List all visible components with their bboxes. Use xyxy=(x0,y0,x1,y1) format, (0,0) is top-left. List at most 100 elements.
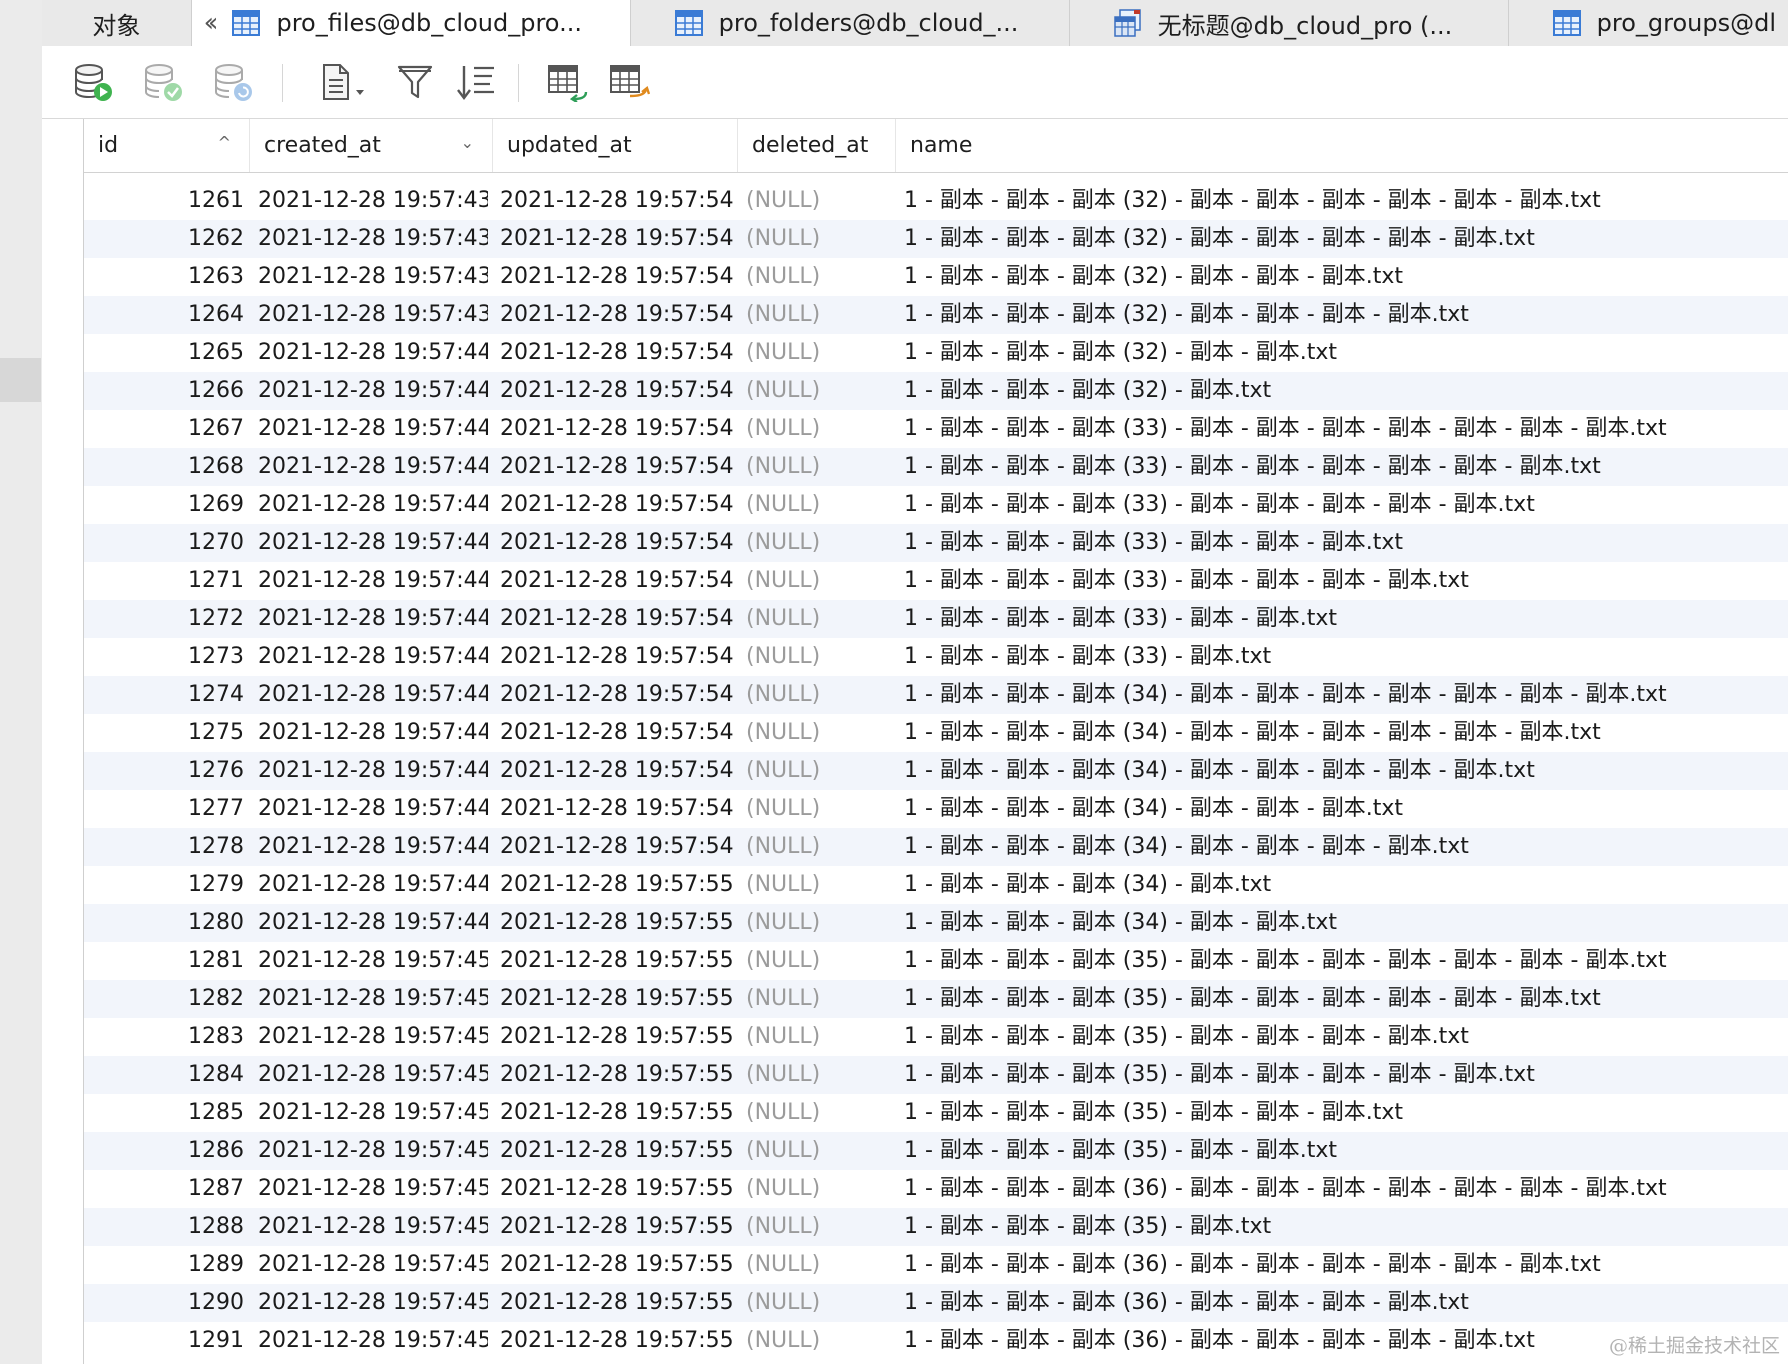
cell-created-at[interactable]: 2021-12-28 19:57:44 xyxy=(258,828,488,866)
cell-created-at[interactable]: 2021-12-28 19:57:45 xyxy=(258,1322,488,1360)
cell-deleted-at[interactable]: (NULL) xyxy=(746,1284,896,1322)
cell-name[interactable]: 1 - 副本 - 副本 - 副本 (33) - 副本 - 副本 - 副本 - 副… xyxy=(904,562,1784,600)
cell-name[interactable]: 1 - 副本 - 副本 - 副本 (32) - 副本 - 副本 - 副本 - 副… xyxy=(904,182,1784,220)
cell-deleted-at[interactable]: (NULL) xyxy=(746,790,896,828)
cell-name[interactable]: 1 - 副本 - 副本 - 副本 (36) - 副本 - 副本 - 副本 - 副… xyxy=(904,1284,1784,1322)
cell-created-at[interactable]: 2021-12-28 19:57:44 xyxy=(258,410,488,448)
cell-name[interactable]: 1 - 副本 - 副本 - 副本 (32) - 副本 - 副本 - 副本.txt xyxy=(904,258,1784,296)
cell-deleted-at[interactable]: (NULL) xyxy=(746,1056,896,1094)
cell-name[interactable]: 1 - 副本 - 副本 - 副本 (35) - 副本 - 副本 - 副本 - 副… xyxy=(904,1056,1784,1094)
cell-id[interactable]: 1272 xyxy=(84,600,244,638)
cell-id[interactable]: 1283 xyxy=(84,1018,244,1056)
table-row[interactable]: 1277 2021-12-28 19:57:44 2021-12-28 19:57:… xyxy=(84,790,1788,828)
table-row[interactable]: 1270 2021-12-28 19:57:44 2021-12-28 19:57:… xyxy=(84,524,1788,562)
cell-updated-at[interactable]: 2021-12-28 19:57:55 xyxy=(500,1322,736,1360)
cell-deleted-at[interactable]: (NULL) xyxy=(746,1208,896,1246)
table-row[interactable]: 1275 2021-12-28 19:57:44 2021-12-28 19:57:… xyxy=(84,714,1788,752)
table-row[interactable]: 1268 2021-12-28 19:57:44 2021-12-28 19:57:… xyxy=(84,448,1788,486)
cell-deleted-at[interactable]: (NULL) xyxy=(746,600,896,638)
cell-created-at[interactable]: 2021-12-28 19:57:45 xyxy=(258,1056,488,1094)
cell-name[interactable]: 1 - 副本 - 副本 - 副本 (36) - 副本 - 副本 - 副本 - 副… xyxy=(904,1246,1784,1284)
column-header-id[interactable]: id ^ xyxy=(84,119,250,172)
cell-id[interactable]: 1278 xyxy=(84,828,244,866)
table-row[interactable]: 1290 2021-12-28 19:57:45 2021-12-28 19:57:… xyxy=(84,1284,1788,1322)
table-row[interactable]: 1284 2021-12-28 19:57:45 2021-12-28 19:57:… xyxy=(84,1056,1788,1094)
cell-name[interactable]: 1 - 副本 - 副本 - 副本 (34) - 副本 - 副本 - 副本 - 副… xyxy=(904,714,1784,752)
cell-deleted-at[interactable]: (NULL) xyxy=(746,524,896,562)
cell-deleted-at[interactable]: (NULL) xyxy=(746,980,896,1018)
tab-objects[interactable]: 对象 xyxy=(42,0,192,46)
table-row[interactable]: 1289 2021-12-28 19:57:45 2021-12-28 19:57:… xyxy=(84,1246,1788,1284)
cell-updated-at[interactable]: 2021-12-28 19:57:55 xyxy=(500,1132,736,1170)
cell-updated-at[interactable]: 2021-12-28 19:57:55 xyxy=(500,904,736,942)
cell-name[interactable]: 1 - 副本 - 副本 - 副本 (33) - 副本 - 副本 - 副本 - 副… xyxy=(904,410,1784,448)
cell-name[interactable]: 1 - 副本 - 副本 - 副本 (34) - 副本 - 副本 - 副本 - 副… xyxy=(904,828,1784,866)
cell-id[interactable]: 1265 xyxy=(84,334,244,372)
cell-created-at[interactable]: 2021-12-28 19:57:44 xyxy=(258,904,488,942)
tab-pro-folders[interactable]: pro_folders@db_cloud_... xyxy=(631,0,1070,46)
cell-deleted-at[interactable]: (NULL) xyxy=(746,372,896,410)
cell-created-at[interactable]: 2021-12-28 19:57:44 xyxy=(258,334,488,372)
cell-updated-at[interactable]: 2021-12-28 19:57:54 xyxy=(500,600,736,638)
tab-pro-groups[interactable]: pro_groups@dl xyxy=(1509,0,1788,46)
table-row[interactable]: 1267 2021-12-28 19:57:44 2021-12-28 19:57:… xyxy=(84,410,1788,448)
cell-created-at[interactable]: 2021-12-28 19:57:45 xyxy=(258,942,488,980)
cell-created-at[interactable]: 2021-12-28 19:57:44 xyxy=(258,486,488,524)
cell-name[interactable]: 1 - 副本 - 副本 - 副本 (34) - 副本.txt xyxy=(904,866,1784,904)
cell-updated-at[interactable]: 2021-12-28 19:57:55 xyxy=(500,1094,736,1132)
table-row[interactable]: 1283 2021-12-28 19:57:45 2021-12-28 19:57:… xyxy=(84,1018,1788,1056)
cell-deleted-at[interactable]: (NULL) xyxy=(746,1132,896,1170)
cell-id[interactable]: 1261 xyxy=(84,182,244,220)
table-row[interactable]: 1291 2021-12-28 19:57:45 2021-12-28 19:57:… xyxy=(84,1322,1788,1360)
cell-id[interactable]: 1280 xyxy=(84,904,244,942)
cell-id[interactable]: 1276 xyxy=(84,752,244,790)
sort-ascending-icon[interactable]: ^ xyxy=(218,133,231,152)
column-header-deleted-at[interactable]: deleted_at xyxy=(738,119,896,172)
table-row[interactable]: 1264 2021-12-28 19:57:43 2021-12-28 19:57:… xyxy=(84,296,1788,334)
cell-updated-at[interactable]: 2021-12-28 19:57:54 xyxy=(500,410,736,448)
cell-name[interactable]: 1 - 副本 - 副本 - 副本 (34) - 副本 - 副本.txt xyxy=(904,904,1784,942)
cell-deleted-at[interactable]: (NULL) xyxy=(746,904,896,942)
cell-updated-at[interactable]: 2021-12-28 19:57:55 xyxy=(500,980,736,1018)
table-row[interactable]: 1282 2021-12-28 19:57:45 2021-12-28 19:57:… xyxy=(84,980,1788,1018)
cell-deleted-at[interactable]: (NULL) xyxy=(746,638,896,676)
table-row[interactable]: 1280 2021-12-28 19:57:44 2021-12-28 19:57:… xyxy=(84,904,1788,942)
table-row[interactable]: 1263 2021-12-28 19:57:43 2021-12-28 19:57:… xyxy=(84,258,1788,296)
cell-updated-at[interactable]: 2021-12-28 19:57:54 xyxy=(500,524,736,562)
table-row[interactable]: 1281 2021-12-28 19:57:45 2021-12-28 19:57:… xyxy=(84,942,1788,980)
export-table-icon[interactable] xyxy=(608,62,650,102)
cell-name[interactable]: 1 - 副本 - 副本 - 副本 (33) - 副本 - 副本.txt xyxy=(904,600,1784,638)
cell-deleted-at[interactable]: (NULL) xyxy=(746,866,896,904)
cell-updated-at[interactable]: 2021-12-28 19:57:54 xyxy=(500,562,736,600)
cell-name[interactable]: 1 - 副本 - 副本 - 副本 (36) - 副本 - 副本 - 副本 - 副… xyxy=(904,1170,1784,1208)
column-header-updated-at[interactable]: updated_at xyxy=(493,119,738,172)
cell-id[interactable]: 1291 xyxy=(84,1322,244,1360)
table-row[interactable]: 1276 2021-12-28 19:57:44 2021-12-28 19:57:… xyxy=(84,752,1788,790)
cell-updated-at[interactable]: 2021-12-28 19:57:55 xyxy=(500,1208,736,1246)
cell-id[interactable]: 1269 xyxy=(84,486,244,524)
cell-id[interactable]: 1275 xyxy=(84,714,244,752)
table-row[interactable]: 1269 2021-12-28 19:57:44 2021-12-28 19:57:… xyxy=(84,486,1788,524)
cell-deleted-at[interactable]: (NULL) xyxy=(746,486,896,524)
cell-created-at[interactable]: 2021-12-28 19:57:44 xyxy=(258,372,488,410)
cell-id[interactable]: 1284 xyxy=(84,1056,244,1094)
cell-created-at[interactable]: 2021-12-28 19:57:44 xyxy=(258,676,488,714)
table-row[interactable]: 1286 2021-12-28 19:57:45 2021-12-28 19:57:… xyxy=(84,1132,1788,1170)
cell-name[interactable]: 1 - 副本 - 副本 - 副本 (35) - 副本 - 副本 - 副本 - 副… xyxy=(904,1018,1784,1056)
table-row[interactable]: 1266 2021-12-28 19:57:44 2021-12-28 19:57:… xyxy=(84,372,1788,410)
cell-name[interactable]: 1 - 副本 - 副本 - 副本 (32) - 副本.txt xyxy=(904,372,1784,410)
table-row[interactable]: 1261 2021-12-28 19:57:43 2021-12-28 19:57:… xyxy=(84,182,1788,220)
cell-name[interactable]: 1 - 副本 - 副本 - 副本 (35) - 副本.txt xyxy=(904,1208,1784,1246)
cell-created-at[interactable]: 2021-12-28 19:57:45 xyxy=(258,1170,488,1208)
double-chevron-left-icon[interactable]: ‹‹ xyxy=(204,8,219,38)
cell-id[interactable]: 1286 xyxy=(84,1132,244,1170)
cell-deleted-at[interactable]: (NULL) xyxy=(746,334,896,372)
document-menu-icon[interactable] xyxy=(318,62,370,102)
cell-id[interactable]: 1262 xyxy=(84,220,244,258)
cell-id[interactable]: 1290 xyxy=(84,1284,244,1322)
cell-created-at[interactable]: 2021-12-28 19:57:43 xyxy=(258,182,488,220)
cell-updated-at[interactable]: 2021-12-28 19:57:54 xyxy=(500,790,736,828)
cell-deleted-at[interactable]: (NULL) xyxy=(746,1246,896,1284)
cell-created-at[interactable]: 2021-12-28 19:57:44 xyxy=(258,866,488,904)
cell-name[interactable]: 1 - 副本 - 副本 - 副本 (33) - 副本 - 副本 - 副本 - 副… xyxy=(904,448,1784,486)
